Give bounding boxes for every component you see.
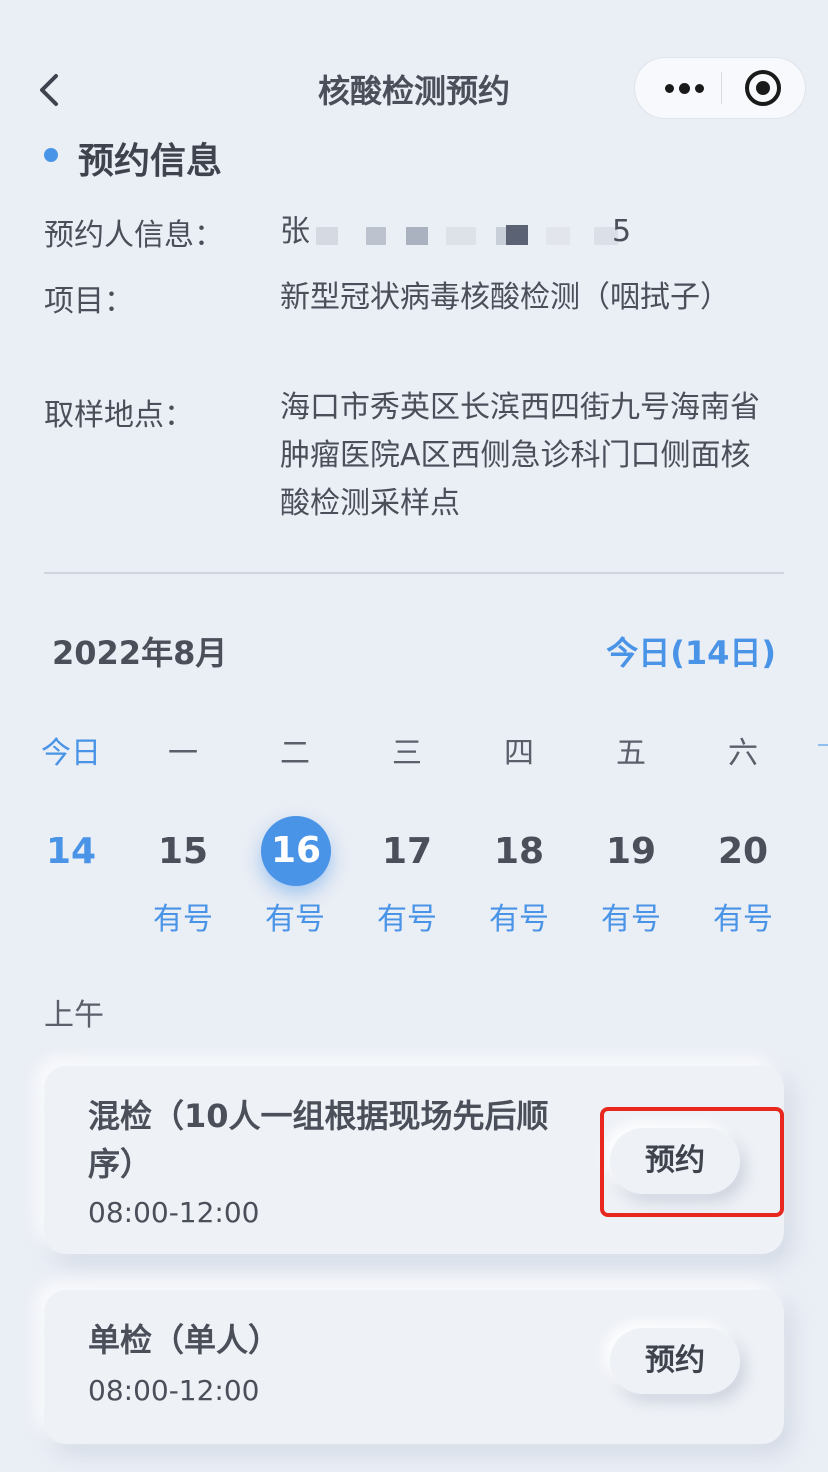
person-value-tail: 5: [612, 214, 632, 249]
book-button[interactable]: 预约: [610, 1328, 740, 1394]
slot-time: 08:00-12:00: [88, 1374, 260, 1407]
slot-time: 08:00-12:00: [88, 1196, 260, 1229]
scroll-edge-mark: [818, 744, 828, 746]
availability-16: 有号: [265, 902, 325, 937]
day-16-selected[interactable]: 16: [261, 816, 331, 886]
location-label: 取样地点：: [44, 398, 194, 433]
close-target-icon[interactable]: [745, 70, 781, 106]
day-20[interactable]: 20: [688, 828, 798, 876]
month-label: 2022年8月: [52, 634, 228, 672]
day-18[interactable]: 18: [464, 828, 574, 876]
slot-title: 单检（单人）: [88, 1321, 281, 1359]
slot-title: 混检（10人一组根据现场先后顺序）: [88, 1097, 549, 1183]
capsule-divider: [721, 72, 722, 104]
availability-18: 有号: [489, 902, 549, 937]
weekday-wed: 三: [392, 736, 422, 771]
day-17[interactable]: 17: [352, 828, 462, 876]
masked-personal-info: [316, 221, 618, 251]
mini-program-capsule: [634, 57, 806, 119]
section-bullet-icon: [44, 148, 58, 162]
section-title: 预约信息: [78, 141, 223, 182]
day-15[interactable]: 15: [128, 828, 238, 876]
weekday-thu: 四: [504, 736, 534, 771]
person-label: 预约人信息：: [44, 218, 224, 253]
divider: [44, 572, 784, 574]
weekday-today: 今日: [41, 736, 101, 771]
project-value: 新型冠状病毒核酸检测（咽拭子）: [280, 280, 730, 315]
day-19[interactable]: 19: [576, 828, 686, 876]
location-value: 海口市秀英区长滨西四街九号海南省肿瘤医院A区西侧急诊科门口侧面核酸检测采样点: [280, 390, 760, 521]
availability-15: 有号: [153, 902, 213, 937]
weekday-mon: 一: [168, 736, 198, 771]
availability-17: 有号: [377, 902, 437, 937]
day-14[interactable]: 14: [16, 828, 126, 876]
weekday-sat: 六: [728, 736, 758, 771]
weekday-fri: 五: [616, 736, 646, 771]
person-name: 张: [280, 214, 310, 249]
weekday-tue: 二: [280, 736, 310, 771]
today-link[interactable]: 今日(14日): [606, 628, 776, 674]
page: 核酸检测预约 预约信息 预约人信息： 张 5 项目： 新型冠状病毒核酸检测（咽拭…: [0, 0, 828, 1472]
highlight-annotation-box: [600, 1107, 784, 1217]
more-icon[interactable]: [649, 58, 719, 118]
availability-20: 有号: [713, 902, 773, 937]
period-label: 上午: [44, 998, 104, 1033]
project-label: 项目：: [44, 284, 134, 319]
availability-19: 有号: [601, 902, 661, 937]
slot-card-single: 单检（单人） 08:00-12:00 预约: [44, 1290, 784, 1444]
